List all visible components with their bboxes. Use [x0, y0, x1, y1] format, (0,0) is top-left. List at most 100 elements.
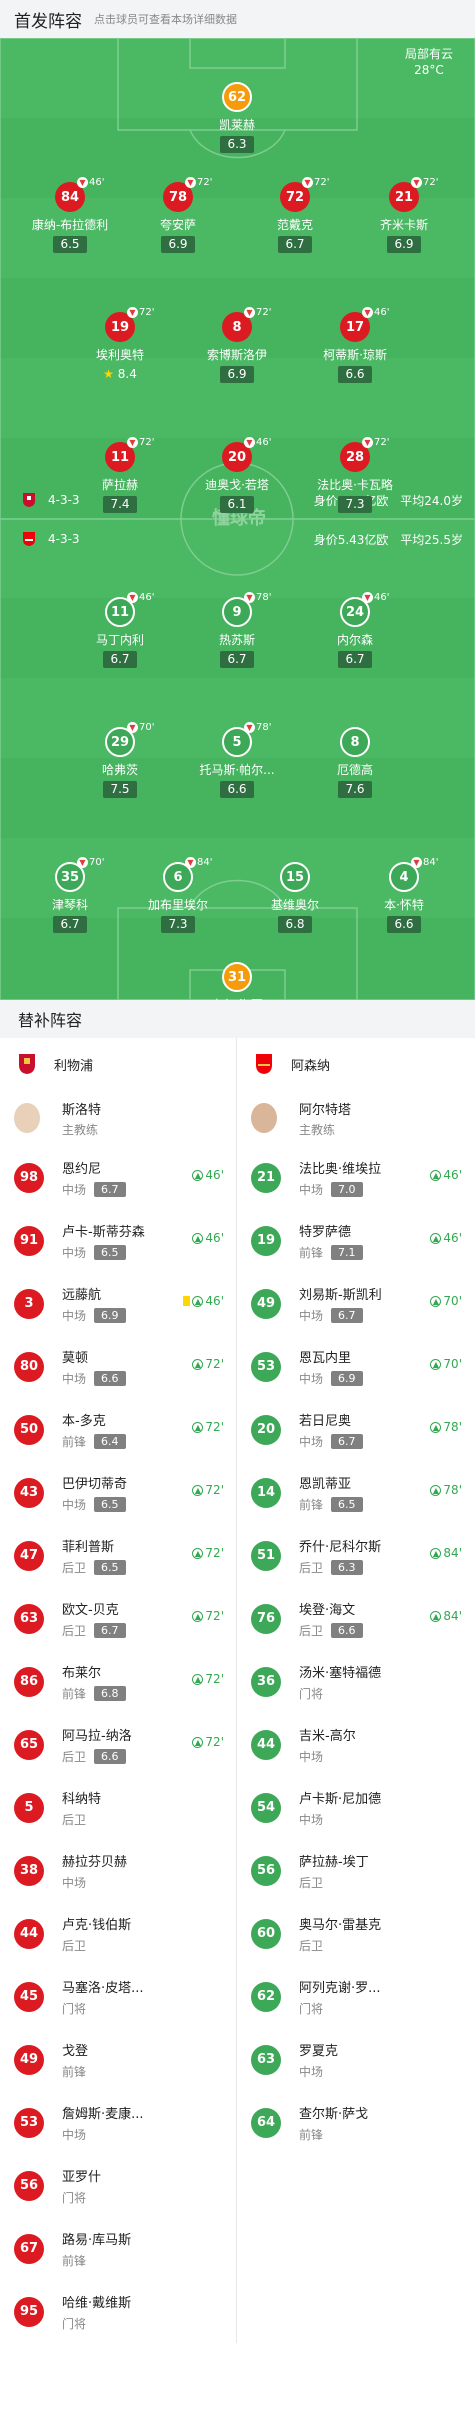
sub-player-row[interactable]: 5 科纳特 后卫: [0, 1776, 236, 1839]
rating-value: 6.7: [345, 652, 365, 666]
sub-player-row[interactable]: 63 欧文-贝克 后卫 6.7 ▲ 72': [0, 1587, 236, 1650]
sub-player-row[interactable]: 44 卢克·钱伯斯 后卫: [0, 1902, 236, 1965]
sub-on-indicator: ▲ 84': [430, 1546, 462, 1560]
sub-player-row[interactable]: 50 本-多克 前锋 6.4 ▲ 72': [0, 1398, 236, 1461]
sub-player-row[interactable]: 20 若日尼奥 中场 6.7 ▲ 78': [237, 1398, 474, 1461]
player-name: 齐米卡斯: [379, 218, 428, 232]
player-number-badge: 63: [14, 1603, 44, 1634]
starter-player[interactable]: 78 夸安萨 6.9 ▼ 72': [113, 177, 243, 253]
coach-row[interactable]: 阿尔特塔 主教练: [237, 1090, 474, 1146]
sub-off-indicator: ▼ 72': [185, 177, 212, 188]
player-number-badge: 56: [251, 1855, 281, 1886]
sub-player-row[interactable]: 86 布莱尔 前锋 6.8 ▲ 72': [0, 1650, 236, 1713]
sub-player-row[interactable]: 53 詹姆斯·麦康... 中场: [0, 2091, 236, 2154]
sub-player-row[interactable]: 49 戈登 前锋: [0, 2028, 236, 2091]
starter-player[interactable]: 29 哈弗茨 7.5 ▼ 70': [55, 722, 185, 798]
starter-player[interactable]: 8 索博斯洛伊 6.9 ▼ 72': [172, 307, 302, 383]
sub-player-row[interactable]: 19 特罗萨德 前锋 7.1 ▲ 46': [237, 1209, 474, 1272]
sub-player-row[interactable]: 14 恩凯蒂亚 前锋 6.5 ▲ 78': [237, 1461, 474, 1524]
arsenal-age: 平均25.5岁: [400, 533, 463, 547]
sub-player-row[interactable]: 51 乔什·尼科尔斯 后卫 6.3 ▲ 84': [237, 1524, 474, 1587]
player-name: 查尔斯·萨戈: [299, 2106, 369, 2122]
sub-player-row[interactable]: 98 恩约尼 中场 6.7 ▲ 46': [0, 1146, 236, 1209]
starter-player[interactable]: 11 萨拉赫 7.4 ▼ 72': [55, 437, 185, 513]
team-row-liverpool[interactable]: 利物浦: [0, 1038, 236, 1090]
player-rating: 6.3: [331, 1559, 363, 1575]
sub-off-icon: ▼: [77, 177, 88, 188]
rating-value: 6.7: [110, 652, 130, 666]
sub-player-row[interactable]: 45 马塞洛·皮塔... 门将: [0, 1965, 236, 2028]
coach-name: 斯洛特: [62, 1102, 102, 1118]
sub-player-row[interactable]: 67 路易·库马斯 前锋: [0, 2217, 236, 2280]
sub-player-row[interactable]: 38 赫拉芬贝赫 中场: [0, 1839, 236, 1902]
player-name: 汤米·塞特福德: [299, 1665, 382, 1681]
player-rating: 6.5: [331, 1496, 363, 1512]
player-rating: 6.3: [220, 136, 254, 153]
starter-player[interactable]: 20 迪奥戈·若塔 6.1 ▼ 46': [172, 437, 302, 513]
sub-player-row[interactable]: 43 巴伊切蒂奇 中场 6.5 ▲ 72': [0, 1461, 236, 1524]
starter-player[interactable]: 21 齐米卡斯 6.9 ▼ 72': [339, 177, 469, 253]
team-row-arsenal[interactable]: 阿森纳: [237, 1038, 474, 1090]
starter-player[interactable]: 28 法比奥·卡瓦略 7.3 ▼ 72': [290, 437, 420, 513]
starter-player[interactable]: 19 埃利奥特 ★ 8.4 ▼ 72': [55, 307, 185, 383]
sub-player-row[interactable]: 3 远藤航 中场 6.9 ▲ 46': [0, 1272, 236, 1335]
starter-player[interactable]: 62 凯莱赫 6.3: [172, 82, 302, 153]
sub-player-row[interactable]: 95 哈维·戴维斯 门将: [0, 2280, 236, 2343]
player-name: 加布里埃尔: [147, 898, 208, 912]
player-name: 莫顿: [62, 1350, 89, 1366]
sub-on-indicator: ▲ 72': [192, 1483, 224, 1497]
player-name: 热苏斯: [218, 633, 255, 647]
sub-player-row[interactable]: 47 菲利普斯 后卫 6.5 ▲ 72': [0, 1524, 236, 1587]
sub-player-row[interactable]: 91 卢卡-斯蒂芬森 中场 6.5 ▲ 46': [0, 1209, 236, 1272]
sub-player-row[interactable]: 56 亚罗什 门将: [0, 2154, 236, 2217]
player-rating: 6.6: [331, 1622, 363, 1638]
sub-off-indicator: ▼ 72': [302, 177, 329, 188]
sub-off-indicator: ▼ 72': [127, 307, 154, 318]
starter-player[interactable]: 6 加布里埃尔 7.3 ▼ 84': [113, 857, 243, 933]
player-rating: 6.7: [338, 651, 372, 668]
starter-player[interactable]: 24 内尔森 6.7 ▼ 46': [290, 592, 420, 668]
weather: 局部有云 28°C: [405, 46, 453, 78]
coach-row[interactable]: 斯洛特 主教练: [0, 1090, 236, 1146]
starter-player[interactable]: 17 柯蒂斯·琼斯 6.6 ▼ 46': [290, 307, 420, 383]
player-name: 阿列克谢·罗...: [299, 1980, 381, 1996]
sub-player-row[interactable]: 64 查尔斯·萨戈 前锋: [237, 2091, 474, 2154]
sub-player-row[interactable]: 54 卢卡斯·尼加德 中场: [237, 1776, 474, 1839]
sub-player-row[interactable]: 21 法比奥·维埃拉 中场 7.0 ▲ 46': [237, 1146, 474, 1209]
sub-player-row[interactable]: 63 罗夏克 中场: [237, 2028, 474, 2091]
sub-player-row[interactable]: 62 阿列克谢·罗... 门将: [237, 1965, 474, 2028]
sub-player-row[interactable]: 44 吉米-高尔 中场: [237, 1713, 474, 1776]
player-number-badge: 95: [14, 2296, 44, 2327]
player-rating: 6.5: [53, 236, 87, 253]
sub-player-row[interactable]: 56 萨拉赫-埃丁 后卫: [237, 1839, 474, 1902]
starter-player[interactable]: 31卡尔·海因6.5: [172, 962, 302, 1000]
sub-player-row[interactable]: 53 恩瓦内里 中场 6.9 ▲ 70': [237, 1335, 474, 1398]
starter-player[interactable]: 9 热苏斯 6.7 ▼ 78': [172, 592, 302, 668]
subs-header: 替补阵容: [0, 1000, 475, 1038]
starter-player[interactable]: 4 本·怀特 6.6 ▼ 84': [339, 857, 469, 933]
sub-player-row[interactable]: 36 汤米·塞特福德 门将: [237, 1650, 474, 1713]
sub-on-icon: ▲: [192, 1484, 204, 1496]
sub-player-row[interactable]: 49 刘易斯-斯凯利 中场 6.7 ▲ 70': [237, 1272, 474, 1335]
rating-value: 6.6: [394, 917, 414, 931]
arsenal-info: 4-3-3: [22, 531, 80, 547]
player-name: 柯蒂斯·琼斯: [323, 348, 387, 362]
sub-on-indicator: ▲ 72': [192, 1672, 224, 1686]
sub-player-row[interactable]: 60 奥马尔·雷基克 后卫: [237, 1902, 474, 1965]
player-position: 前锋: [62, 1686, 87, 1701]
player-position: 中场: [62, 1308, 87, 1323]
rating-value: 7.6: [345, 782, 365, 796]
starter-player[interactable]: 5 托马斯·帕尔... 6.6 ▼ 78': [172, 722, 302, 798]
rating-value: 6.6: [227, 782, 247, 796]
sub-minute: 84': [197, 857, 213, 868]
starter-player[interactable]: 11 马丁内利 6.7 ▼ 46': [55, 592, 185, 668]
weather-desc: 局部有云: [404, 47, 453, 61]
sub-player-row[interactable]: 80 莫顿 中场 6.6 ▲ 72': [0, 1335, 236, 1398]
sub-player-row[interactable]: 76 埃登·海文 后卫 6.6 ▲ 84': [237, 1587, 474, 1650]
sub-player-row[interactable]: 65 阿马拉-纳洛 后卫 6.6 ▲ 72': [0, 1713, 236, 1776]
player-number-badge: 53: [251, 1351, 281, 1382]
player-number-badge: 44: [251, 1729, 281, 1760]
player-name: 卡尔·海因: [172, 996, 302, 1000]
player-position: 中场: [299, 1749, 324, 1764]
starter-player[interactable]: 8 厄德高 7.6: [290, 727, 420, 798]
